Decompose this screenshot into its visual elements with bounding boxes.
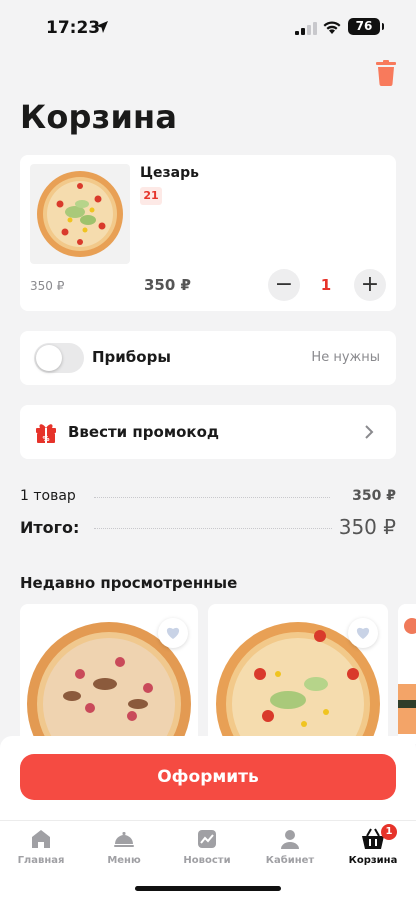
decrease-quantity-button[interactable]: − <box>268 269 300 301</box>
tab-home[interactable]: Главная <box>6 827 76 866</box>
profile-icon <box>281 830 299 849</box>
cutlery-toggle[interactable] <box>34 343 84 373</box>
wifi-icon <box>323 21 341 34</box>
favorite-button[interactable] <box>348 618 378 648</box>
increase-quantity-button[interactable]: + <box>354 269 386 301</box>
cutlery-label: Приборы <box>92 348 171 366</box>
items-sum-value: 350 ₽ <box>352 488 396 504</box>
item-unit-price: 350 ₽ <box>30 279 65 293</box>
recently-viewed-title: Недавно просмотренные <box>20 574 238 592</box>
heart-icon <box>356 627 370 639</box>
checkout-button[interactable]: Оформить <box>20 754 396 800</box>
page-title: Корзина <box>20 98 178 136</box>
cellular-signal-icon <box>295 22 317 35</box>
tab-label: Кабинет <box>265 855 315 866</box>
cutlery-row: Приборы Не нужны <box>20 331 396 385</box>
status-bar: 17:23 76 <box>0 0 416 52</box>
item-total-price: 350 ₽ <box>144 276 191 294</box>
home-icon <box>32 830 50 848</box>
tab-label: Главная <box>17 855 65 866</box>
tab-label: Меню <box>107 855 141 866</box>
recent-product-card[interactable] <box>208 604 388 744</box>
svg-text:%: % <box>42 435 49 443</box>
dotted-leader <box>94 497 330 498</box>
tab-label: Новости <box>183 855 231 866</box>
status-time: 17:23 <box>46 18 101 38</box>
total-value: 350 ₽ <box>338 515 396 539</box>
pizza-image[interactable] <box>30 164 130 264</box>
promo-code-row[interactable]: % Ввести промокод <box>20 405 396 459</box>
cart-screen: 17:23 76 Корзина Цезарь 21 350 ₽ 350 ₽ −… <box>0 0 416 900</box>
checkout-panel: Оформить <box>0 736 416 820</box>
recent-product-card[interactable] <box>398 604 416 744</box>
tab-cart[interactable]: 1 Корзина <box>338 824 408 866</box>
tab-label: Корзина <box>348 855 398 866</box>
quantity-value: 1 <box>320 276 332 294</box>
favorite-button[interactable] <box>158 618 188 648</box>
tab-menu[interactable]: Меню <box>89 827 159 866</box>
toggle-knob <box>36 345 62 371</box>
cart-count-badge: 1 <box>381 824 397 840</box>
news-icon <box>198 830 216 848</box>
tab-news[interactable]: Новости <box>172 827 242 866</box>
tab-profile[interactable]: Кабинет <box>255 827 325 866</box>
pizza-caesar-image <box>37 171 123 257</box>
cutlery-value: Не нужны <box>311 350 380 365</box>
location-arrow-icon <box>96 21 108 33</box>
roll-image <box>398 604 416 744</box>
summary-items-row: 1 товар 350 ₽ <box>20 487 396 507</box>
trash-icon[interactable] <box>374 60 398 86</box>
battery-indicator: 76 <box>348 18 384 35</box>
gift-icon: % <box>36 424 56 443</box>
total-label: Итого: <box>20 518 80 537</box>
heart-icon <box>166 627 180 639</box>
cart-item-card: Цезарь 21 350 ₽ 350 ₽ − 1 + <box>20 155 396 311</box>
recent-product-card[interactable] <box>20 604 198 744</box>
home-indicator <box>135 886 281 891</box>
dotted-leader <box>94 528 332 529</box>
chevron-right-icon <box>365 425 374 439</box>
cloche-icon <box>114 832 134 847</box>
promo-label: Ввести промокод <box>68 423 219 441</box>
item-code-badge: 21 <box>140 187 162 205</box>
summary-total-row: Итого: 350 ₽ <box>20 515 396 541</box>
items-count-label: 1 товар <box>20 488 76 504</box>
item-name: Цезарь <box>140 165 199 181</box>
